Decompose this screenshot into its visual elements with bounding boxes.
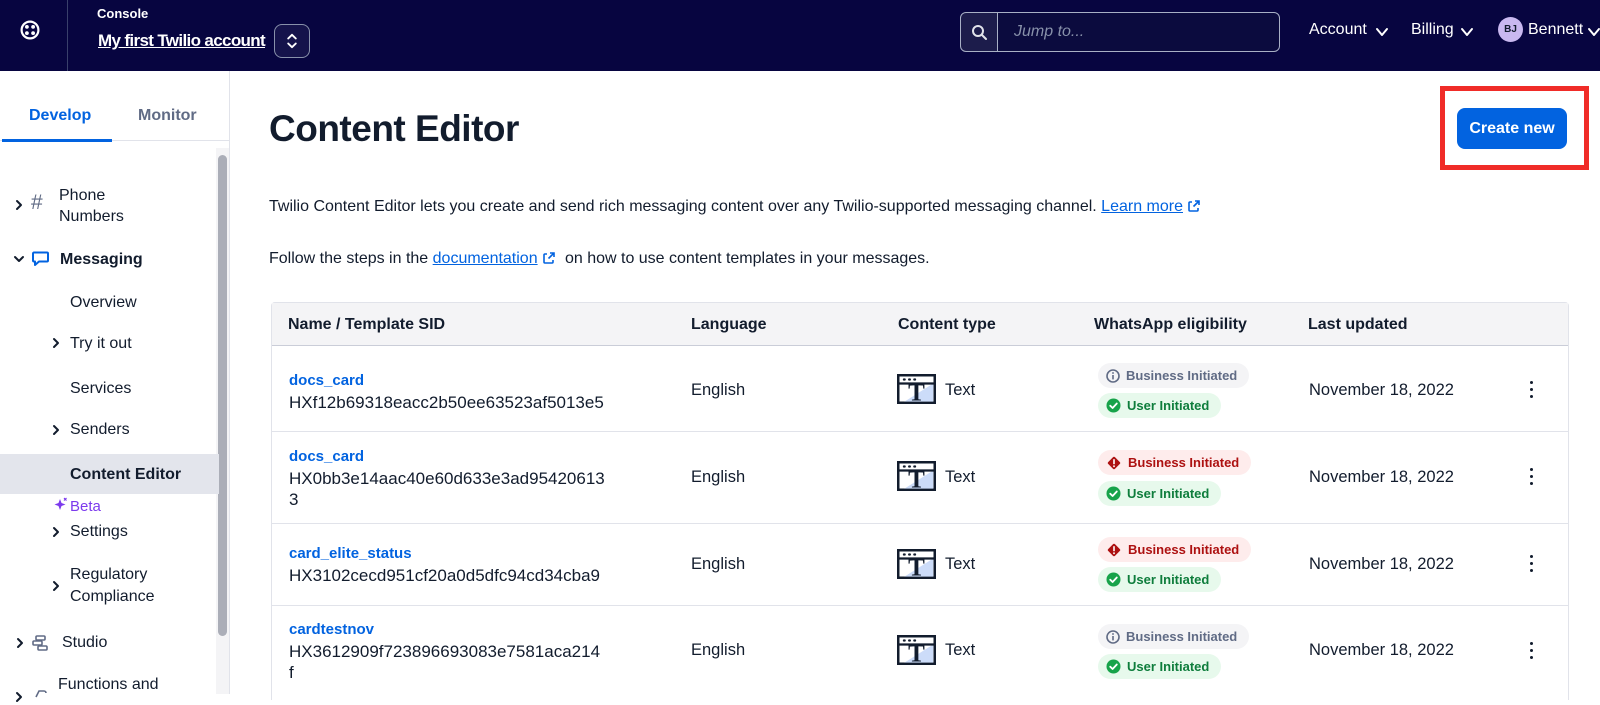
svg-text:T: T	[908, 467, 925, 492]
svg-text:T: T	[908, 641, 925, 666]
svg-text:T: T	[908, 380, 925, 405]
svg-text:T: T	[908, 555, 925, 580]
